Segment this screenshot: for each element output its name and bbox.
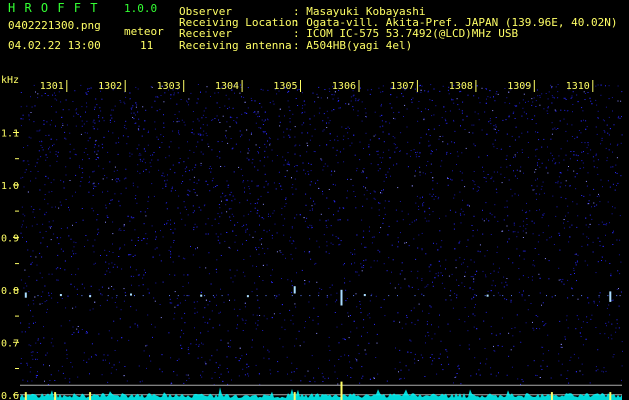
- echo-band-dot: [318, 295, 320, 297]
- echo-band-dot: [81, 295, 83, 297]
- x-tick-label: 1310: [566, 81, 590, 92]
- echo-band-dot: [107, 295, 109, 297]
- y-tick-label: 1.0: [1, 181, 19, 192]
- echo-band-dot: [142, 295, 144, 297]
- echo-band-dot: [493, 295, 495, 297]
- echo-band-dot: [300, 295, 302, 297]
- echo-band-dot: [169, 295, 170, 297]
- echo-band-dot: [370, 295, 372, 297]
- y-tick-label: 0.8: [1, 286, 19, 297]
- x-tick-label: 1306: [332, 81, 356, 92]
- meteor-echo: [246, 295, 249, 298]
- meteor-echo: [363, 294, 366, 297]
- echo-band-dot: [607, 295, 609, 297]
- echo-band-dot: [256, 295, 258, 297]
- meteor-echo: [89, 295, 92, 298]
- echo-band-dot: [598, 295, 600, 297]
- meteor-echo: [59, 294, 62, 297]
- meteor-echo: [486, 294, 489, 297]
- echo-band-dot: [511, 295, 512, 297]
- echo-band-dot: [326, 295, 328, 297]
- y-tick-label: 0.9: [1, 233, 19, 244]
- meteor-echo: [340, 289, 343, 306]
- echo-band-dot: [265, 295, 267, 297]
- echo-band-dot: [134, 295, 135, 297]
- echo-band-dot: [528, 295, 530, 297]
- meteor-echo: [293, 286, 296, 294]
- x-tick-label: 1307: [390, 81, 414, 92]
- echo-band-dot: [554, 295, 556, 297]
- echo-band-dot: [388, 295, 390, 297]
- echo-band-dot: [546, 295, 547, 297]
- echo-band-dot: [291, 295, 293, 297]
- echo-band-dot: [616, 295, 618, 297]
- noise-layer: [20, 84, 623, 386]
- x-tick-label: 1301: [40, 81, 64, 92]
- meteor-echo: [609, 291, 612, 302]
- axis-layer: kHz 1.1 1.0 0.9 0.8 0.7 0.6 1301 1302 1303 1304 130…: [1, 75, 622, 400]
- echo-band-dot: [212, 295, 214, 297]
- x-tick-label: 1303: [157, 81, 181, 92]
- spectrogram-chart: kHz 1.1 1.0 0.9 0.8 0.7 0.6 1301 1302 1303 1304 130…: [1, 75, 623, 400]
- x-tick-label: 1309: [507, 81, 531, 92]
- echo-band-dot: [186, 295, 188, 297]
- x-tick-label: 1304: [215, 81, 239, 92]
- spectrum-trace: [20, 387, 622, 400]
- y-tick-label: 1.1: [1, 129, 19, 140]
- echo-band-dot: [414, 295, 416, 297]
- echo-band-dot: [484, 295, 486, 297]
- x-tick-label: 1305: [273, 81, 297, 92]
- echo-band-dot: [116, 295, 118, 297]
- y-axis-label: kHz: [1, 75, 19, 86]
- echo-band-dot: [177, 295, 179, 297]
- meteor-echo: [24, 292, 27, 298]
- echo-band-dot: [204, 295, 206, 297]
- spectrum-layer: [20, 381, 622, 400]
- echo-band-dot: [423, 295, 425, 297]
- meteor-echo: [200, 294, 203, 297]
- echo-band-dot: [274, 295, 276, 297]
- echo-band-dot: [397, 295, 398, 297]
- echo-band-dot: [221, 295, 223, 297]
- echo-band-dot: [37, 295, 39, 297]
- echo-band-dot: [572, 295, 574, 297]
- meteor-echo: [130, 293, 132, 296]
- echo-band-dot: [309, 295, 311, 297]
- echo-band-dot: [125, 295, 127, 297]
- y-tick-label: 0.6: [1, 391, 19, 400]
- echo-band-dot: [353, 295, 355, 297]
- x-tick-label: 1302: [98, 81, 122, 92]
- echo-band-dot: [581, 295, 583, 297]
- echo-band-dot: [449, 295, 451, 297]
- echo-band-dot: [475, 295, 477, 297]
- y-tick-label: 0.7: [1, 338, 19, 349]
- x-tick-label: 1308: [449, 81, 473, 92]
- echo-band-dot: [502, 295, 504, 297]
